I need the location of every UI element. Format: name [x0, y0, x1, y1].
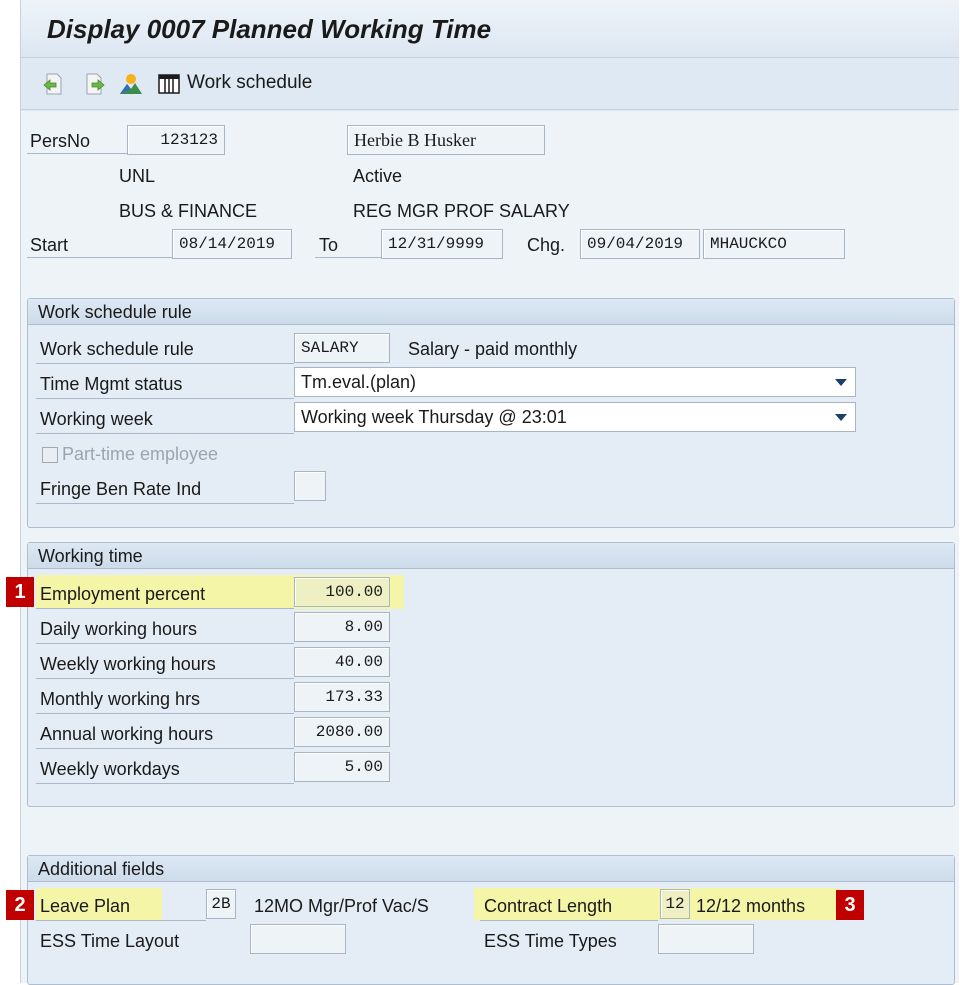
main-content: PersNo 123123 Herbie B Husker UNL Active… [21, 111, 959, 985]
overview-icon[interactable] [119, 72, 143, 96]
working-week-value: Working week Thursday @ 23:01 [301, 407, 567, 427]
contract-length-label: Contract Length [484, 896, 613, 916]
department-text: BUS & FINANCE [119, 201, 258, 221]
to-label: To [319, 235, 339, 255]
monthly-working-hrs-label: Monthly working hrs [40, 689, 201, 709]
employee-name-field[interactable]: Herbie B Husker [347, 125, 545, 155]
title-bar: Display 0007 Planned Working Time [21, 0, 959, 58]
label-underline [36, 713, 294, 714]
chg-label: Chg. [527, 235, 566, 255]
position-text: REG MGR PROF SALARY [353, 201, 570, 221]
end-date-field[interactable]: 12/31/9999 [381, 229, 503, 259]
sap-window: Display 0007 Planned Working Time Work s… [20, 0, 959, 985]
label-underline [27, 257, 177, 258]
time-mgmt-status-label: Time Mgmt status [40, 374, 183, 394]
weekly-workdays-field[interactable]: 5.00 [294, 752, 390, 782]
callout-badge-3: 3 [836, 890, 864, 920]
fringe-ben-rate-field[interactable] [294, 471, 326, 501]
label-underline [36, 643, 294, 644]
label-underline [36, 433, 294, 434]
chevron-down-icon[interactable] [835, 379, 847, 386]
leave-plan-label: Leave Plan [40, 896, 131, 916]
label-underline [36, 678, 294, 679]
callout-badge-1: 1 [6, 577, 34, 607]
work-schedule-rule-field[interactable]: SALARY [294, 333, 390, 363]
weekly-working-hours-field[interactable]: 40.00 [294, 647, 390, 677]
ess-time-types-field[interactable] [658, 924, 754, 954]
work-schedule-rule-label: Work schedule rule [40, 339, 194, 359]
ess-time-layout-label: ESS Time Layout [40, 931, 180, 951]
daily-working-hours-label: Daily working hours [40, 619, 198, 639]
toolbar: Work schedule [21, 58, 959, 110]
part-time-label: Part-time employee [62, 444, 219, 464]
label-underline [36, 608, 294, 609]
previous-record-icon[interactable] [41, 72, 65, 96]
label-underline [36, 503, 294, 504]
work-schedule-rule-description: Salary - paid monthly [408, 339, 578, 359]
annual-working-hours-label: Annual working hours [40, 724, 214, 744]
label-underline [27, 153, 127, 154]
ess-time-layout-field[interactable] [250, 924, 346, 954]
time-mgmt-status-value: Tm.eval.(plan) [301, 372, 417, 392]
weekly-working-hours-label: Weekly working hours [40, 654, 216, 674]
employment-percent-label: Employment percent [40, 584, 206, 604]
start-label: Start [30, 235, 69, 255]
daily-working-hours-field[interactable]: 8.00 [294, 612, 390, 642]
label-underline [36, 363, 294, 364]
employment-status-text: Active [353, 166, 403, 186]
group-header: Additional fields [28, 856, 954, 882]
group-header: Working time [28, 543, 954, 569]
leave-plan-field[interactable]: 2B [206, 889, 236, 919]
label-underline [36, 398, 294, 399]
start-date-field[interactable]: 08/14/2019 [172, 229, 292, 259]
persno-label: PersNo [30, 131, 91, 151]
annual-working-hours-field[interactable]: 2080.00 [294, 717, 390, 747]
ess-time-types-label: ESS Time Types [484, 931, 617, 951]
org-unit-text: UNL [119, 166, 156, 186]
changed-by-field[interactable]: MHAUCKCO [703, 229, 845, 259]
label-underline [480, 920, 658, 921]
contract-length-description: 12/12 months [696, 896, 806, 916]
weekly-workdays-label: Weekly workdays [40, 759, 180, 779]
work-schedule-rule-group: Work schedule rule Work schedule rule SA… [27, 298, 955, 528]
label-underline [36, 920, 206, 921]
group-header: Work schedule rule [28, 299, 954, 325]
label-underline [315, 257, 381, 258]
working-week-label: Working week [40, 409, 153, 429]
additional-fields-group: Additional fields Leave Plan 2B 12MO Mgr… [27, 855, 955, 985]
time-mgmt-status-dropdown[interactable]: Tm.eval.(plan) [294, 367, 856, 397]
employment-percent-field[interactable]: 100.00 [294, 577, 390, 607]
work-schedule-button[interactable]: Work schedule [187, 72, 312, 94]
changed-date-field[interactable]: 09/04/2019 [580, 229, 700, 259]
working-time-group: Working time Employment percent 100.00 D… [27, 542, 955, 807]
label-underline [36, 748, 294, 749]
chevron-down-icon[interactable] [835, 414, 847, 421]
label-underline [36, 783, 294, 784]
fringe-ben-rate-label: Fringe Ben Rate Ind [40, 479, 202, 499]
persno-field[interactable]: 123123 [127, 125, 225, 155]
monthly-working-hrs-field[interactable]: 173.33 [294, 682, 390, 712]
page-title: Display 0007 Planned Working Time [47, 14, 492, 44]
contract-length-field[interactable]: 12 [660, 889, 690, 919]
next-record-icon[interactable] [83, 72, 107, 96]
part-time-checkbox[interactable] [42, 447, 58, 463]
leave-plan-description: 12MO Mgr/Prof Vac/S [254, 896, 429, 916]
working-week-dropdown[interactable]: Working week Thursday @ 23:01 [294, 402, 856, 432]
callout-badge-2: 2 [6, 890, 34, 920]
work-schedule-icon[interactable] [157, 72, 181, 96]
